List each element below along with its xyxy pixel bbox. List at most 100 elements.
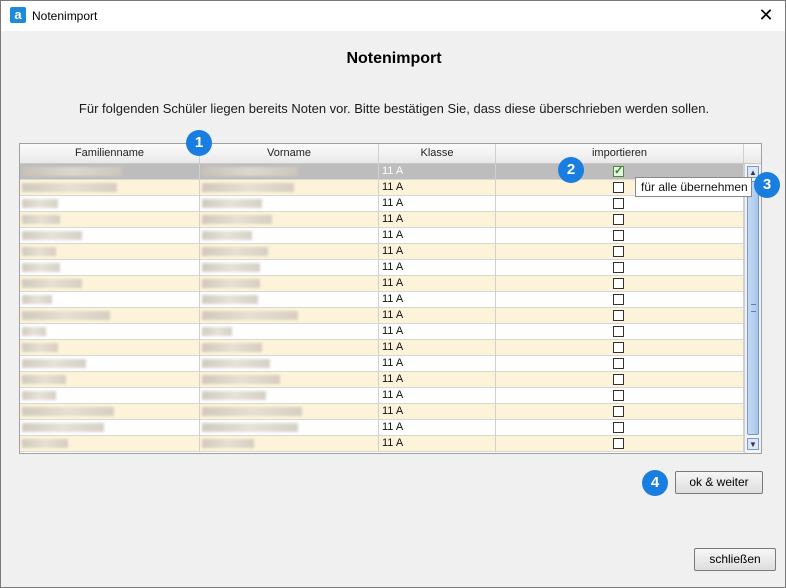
import-checkbox[interactable]: [613, 310, 624, 321]
import-checkbox[interactable]: [613, 294, 624, 305]
redacted-name: [202, 279, 260, 288]
table-row[interactable]: 11 A: [20, 292, 744, 308]
table-row[interactable]: 11 A: [20, 212, 744, 228]
cell-importieren: [496, 228, 744, 244]
cell-importieren: [496, 372, 744, 388]
table-row[interactable]: 11 A: [20, 244, 744, 260]
import-checkbox[interactable]: [613, 230, 624, 241]
cell-familienname: [20, 436, 200, 452]
import-checkbox[interactable]: [613, 262, 624, 273]
redacted-name: [202, 343, 262, 352]
import-checkbox[interactable]: [613, 182, 624, 193]
table-row[interactable]: 11 A: [20, 372, 744, 388]
redacted-name: [202, 247, 268, 256]
cell-vorname: [200, 180, 379, 196]
cell-importieren: [496, 420, 744, 436]
table-row[interactable]: 11 A: [20, 436, 744, 452]
table-row[interactable]: 11 A: [20, 356, 744, 372]
column-header-importieren[interactable]: importieren: [496, 144, 744, 163]
callout-badge-1: 1: [186, 130, 212, 156]
table-row[interactable]: 11 A: [20, 420, 744, 436]
table-row[interactable]: 11 A: [20, 324, 744, 340]
import-checkbox[interactable]: [613, 198, 624, 209]
cell-familienname: [20, 372, 200, 388]
cell-familienname: [20, 388, 200, 404]
redacted-name: [202, 439, 254, 448]
cell-klasse: 11 A: [379, 244, 496, 260]
cell-klasse: 11 A: [379, 404, 496, 420]
table-row[interactable]: 11 A: [20, 340, 744, 356]
dialog-window: a Notenimport ✕ Notenimport Für folgende…: [0, 0, 786, 588]
cell-familienname: [20, 292, 200, 308]
import-checkbox[interactable]: [613, 438, 624, 449]
import-checkbox[interactable]: [613, 326, 624, 337]
cell-vorname: [200, 212, 379, 228]
import-checkbox[interactable]: [613, 390, 624, 401]
redacted-name: [202, 311, 298, 320]
scroll-thumb[interactable]: [747, 181, 759, 435]
app-logo-icon: a: [10, 7, 26, 23]
import-checkbox[interactable]: [613, 246, 624, 257]
import-checkbox[interactable]: [613, 164, 624, 179]
grip-icon: [751, 304, 756, 312]
cell-vorname: [200, 276, 379, 292]
callout-badge-3: 3: [754, 172, 780, 198]
table-row[interactable]: 11 A: [20, 404, 744, 420]
cell-vorname: [200, 324, 379, 340]
import-checkbox[interactable]: [613, 342, 624, 353]
ok-continue-button[interactable]: ok & weiter: [675, 471, 763, 494]
scroll-down-button[interactable]: ▼: [747, 438, 759, 450]
import-checkbox[interactable]: [613, 422, 624, 433]
cell-klasse: 11 A: [379, 420, 496, 436]
cell-importieren: [496, 196, 744, 212]
redacted-name: [22, 199, 58, 208]
cell-vorname: [200, 228, 379, 244]
title-bar: a Notenimport ✕: [1, 1, 785, 31]
cell-familienname: [20, 308, 200, 324]
cell-vorname: [200, 372, 379, 388]
redacted-name: [202, 263, 260, 272]
cell-vorname: [200, 404, 379, 420]
table-row[interactable]: 11 A: [20, 196, 744, 212]
callout-badge-2: 2: [558, 157, 584, 183]
table-row[interactable]: 11 A: [20, 308, 744, 324]
cell-klasse: 11 A: [379, 260, 496, 276]
column-header-klasse[interactable]: Klasse: [379, 144, 496, 163]
page-title: Notenimport: [346, 50, 442, 67]
column-header-vorname[interactable]: Vorname: [200, 144, 379, 163]
cell-familienname: [20, 420, 200, 436]
table-row[interactable]: 11 A: [20, 388, 744, 404]
table-row[interactable]: 11 A: [20, 260, 744, 276]
window-title: Notenimport: [32, 9, 98, 23]
table-row[interactable]: 11 A: [20, 276, 744, 292]
import-checkbox[interactable]: [613, 214, 624, 225]
import-checkbox[interactable]: [613, 278, 624, 289]
redacted-name: [202, 375, 280, 384]
table-row[interactable]: 11 A: [20, 228, 744, 244]
cell-importieren: [496, 340, 744, 356]
cell-familienname: [20, 324, 200, 340]
cell-klasse: 11 A: [379, 388, 496, 404]
column-header-familienname[interactable]: Familienname: [20, 144, 200, 163]
cell-familienname: [20, 212, 200, 228]
redacted-name: [22, 247, 56, 256]
table-header: Familienname Vorname Klasse importieren: [20, 144, 761, 164]
close-icon[interactable]: ✕: [755, 5, 777, 27]
import-checkbox[interactable]: [613, 374, 624, 385]
apply-to-all-tooltip[interactable]: für alle übernehmen: [635, 177, 752, 197]
import-checkbox[interactable]: [613, 406, 624, 417]
vertical-scrollbar[interactable]: ▲ ▼: [744, 164, 761, 453]
cell-vorname: [200, 356, 379, 372]
cell-familienname: [20, 196, 200, 212]
cell-importieren: [496, 244, 744, 260]
cell-vorname: [200, 244, 379, 260]
cell-vorname: [200, 164, 379, 180]
cell-importieren: [496, 308, 744, 324]
cell-familienname: [20, 260, 200, 276]
cell-importieren: [496, 260, 744, 276]
close-button[interactable]: schließen: [694, 548, 776, 571]
redacted-name: [202, 295, 258, 304]
import-checkbox[interactable]: [613, 358, 624, 369]
cell-familienname: [20, 404, 200, 420]
cell-klasse: 11 A: [379, 356, 496, 372]
